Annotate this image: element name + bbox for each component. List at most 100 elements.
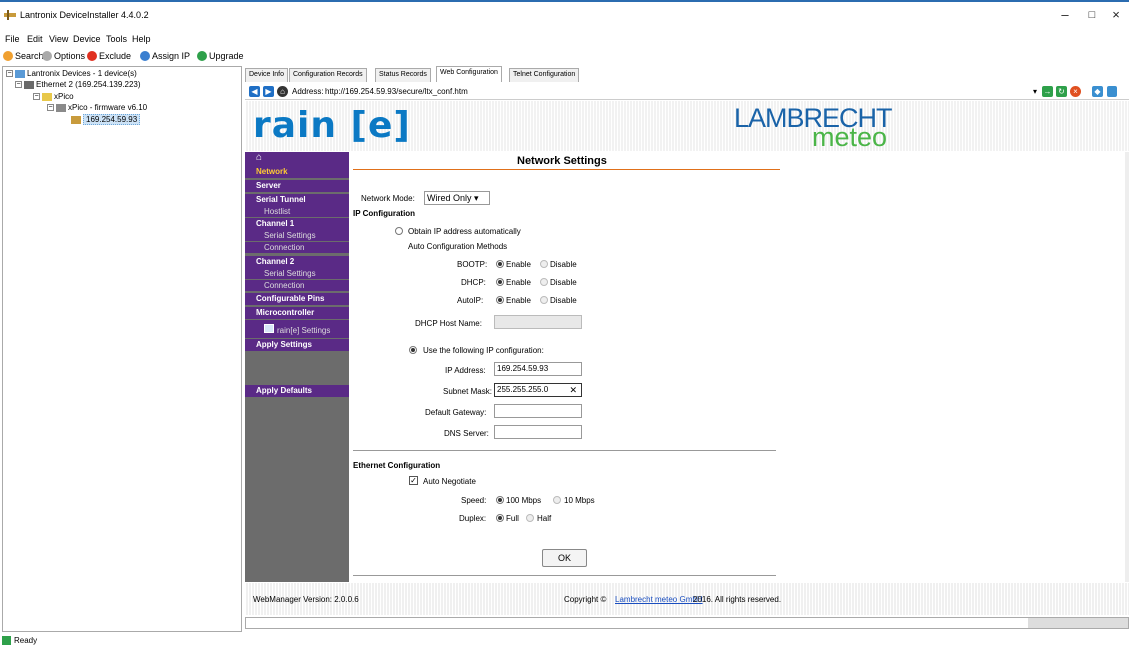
tree-xpico-label: xPico — [54, 92, 74, 101]
nav-apply-defaults[interactable]: Apply Defaults — [245, 385, 349, 397]
dns-server-input[interactable] — [494, 425, 582, 439]
maximize-button[interactable]: □ — [1082, 6, 1102, 24]
autoip-disable-radio[interactable] — [540, 296, 548, 304]
tree-ethernet[interactable]: − Ethernet 2 (169.254.139.223) — [15, 80, 141, 89]
options-button[interactable]: Options — [42, 51, 85, 61]
page-scrollbar[interactable] — [1125, 152, 1129, 582]
tab-web-configuration[interactable]: Web Configuration — [436, 66, 502, 82]
exclude-label: Exclude — [99, 51, 132, 61]
rain-logo: rain [e] — [253, 105, 411, 146]
assign-ip-label: Assign IP — [152, 51, 191, 61]
bootp-enable-radio[interactable] — [496, 260, 504, 268]
duplex-full-radio[interactable] — [496, 514, 504, 522]
collapse-icon[interactable]: − — [47, 104, 54, 111]
nav-serial-tunnel[interactable]: Serial Tunnel — [245, 194, 349, 206]
back-icon[interactable]: ◀ — [249, 86, 260, 97]
go-icon[interactable]: → — [1042, 86, 1053, 97]
app-status-bar: Ready — [0, 636, 1129, 646]
nav-channel1-connection[interactable]: Connection — [245, 242, 349, 253]
speed-10-radio[interactable] — [553, 496, 561, 504]
use-following-radio[interactable] — [409, 346, 417, 354]
web-icon-2[interactable] — [1107, 86, 1117, 97]
subnet-mask-label: Subnet Mask: — [443, 387, 492, 396]
speed-100-label: 100 Mbps — [506, 496, 542, 505]
tree-firmware[interactable]: − xPico - firmware v6.10 — [47, 103, 147, 112]
speed-100-radio[interactable] — [496, 496, 504, 504]
nav-raine-settings[interactable]: rain[e] Settings — [245, 320, 349, 338]
ip-config-heading: IP Configuration — [353, 209, 416, 218]
upgrade-button[interactable]: Upgrade — [197, 51, 244, 61]
network-icon — [24, 80, 34, 89]
tree-root[interactable]: − Lantronix Devices - 1 device(s) — [6, 69, 137, 78]
network-mode-label: Network Mode: — [361, 194, 415, 203]
menu-device[interactable]: Device — [73, 34, 101, 44]
home-icon[interactable]: ⌂ — [277, 86, 288, 97]
duplex-full-label: Full — [506, 514, 519, 523]
tab-configuration-records[interactable]: Configuration Records — [289, 68, 367, 82]
web-icon[interactable]: ◆ — [1092, 86, 1103, 97]
tab-status-records[interactable]: Status Records — [375, 68, 431, 82]
refresh-icon[interactable]: ↻ — [1056, 86, 1067, 97]
nav-network[interactable]: Network — [245, 166, 349, 178]
gateway-label: Default Gateway: — [425, 408, 487, 417]
gear-icon — [42, 51, 52, 61]
obtain-auto-radio[interactable] — [395, 227, 403, 235]
menu-file[interactable]: File — [5, 34, 20, 44]
nav-channel2-connection[interactable]: Connection — [245, 280, 349, 291]
home-icon[interactable]: ⌂ — [245, 152, 349, 166]
upgrade-icon — [197, 51, 207, 61]
forward-icon[interactable]: ▶ — [263, 86, 274, 97]
tree-xpico[interactable]: − xPico — [33, 92, 74, 101]
duplex-label: Duplex: — [459, 514, 487, 523]
collapse-icon[interactable]: − — [15, 81, 22, 88]
toolbar: Search Options Exclude Assign IP Upgrade — [0, 48, 1129, 65]
dropdown-icon[interactable]: ▾ — [1033, 87, 1037, 96]
copyright-link[interactable]: Lambrecht meteo GmbH — [615, 595, 703, 604]
stop-icon[interactable]: × — [1070, 86, 1081, 97]
url-field[interactable]: http://169.254.59.93/secure/ltx_conf.htm — [325, 87, 468, 96]
menu-help[interactable]: Help — [132, 34, 151, 44]
assign-ip-button[interactable]: Assign IP — [140, 51, 190, 61]
subnet-mask-input[interactable]: 255.255.255.0 ✕ — [494, 383, 582, 397]
gateway-input[interactable] — [494, 404, 582, 418]
menu-tools[interactable]: Tools — [106, 34, 127, 44]
dhcp-host-label: DHCP Host Name: — [415, 319, 482, 328]
title-bar: Lantronix DeviceInstaller 4.4.0.2 – □ × — [0, 0, 1129, 30]
ip-address-label: IP Address: — [445, 366, 486, 375]
network-mode-select[interactable]: Wired Only ▾ — [424, 191, 490, 205]
ok-button[interactable]: OK — [542, 549, 587, 567]
network-settings-panel: Network Settings Network Mode: Wired Onl… — [349, 152, 1125, 582]
bootp-disable-radio[interactable] — [540, 260, 548, 268]
nav-channel-2[interactable]: Channel 2 — [245, 256, 349, 268]
nav-hostlist[interactable]: Hostlist — [245, 206, 349, 217]
dhcp-enable-label: Enable — [506, 278, 531, 287]
dhcp-host-input[interactable] — [494, 315, 582, 329]
tab-device-info[interactable]: Device Info — [245, 68, 289, 82]
nav-configurable-pins[interactable]: Configurable Pins — [245, 293, 349, 305]
nav-apply-settings[interactable]: Apply Settings — [245, 339, 349, 351]
nav-server[interactable]: Server — [245, 180, 349, 192]
nav-microcontroller[interactable]: Microcontroller — [245, 307, 349, 319]
tab-telnet-configuration[interactable]: Telnet Configuration — [509, 68, 580, 82]
search-button[interactable]: Search — [3, 51, 44, 61]
collapse-icon[interactable]: − — [6, 70, 13, 77]
ip-address-input[interactable]: 169.254.59.93 — [494, 362, 582, 376]
nav-channel1-serial-settings[interactable]: Serial Settings — [245, 230, 349, 241]
nav-channel-1[interactable]: Channel 1 — [245, 218, 349, 230]
clear-icon[interactable]: ✕ — [569, 385, 577, 396]
exclude-button[interactable]: Exclude — [87, 51, 131, 61]
search-label: Search — [15, 51, 44, 61]
dhcp-disable-radio[interactable] — [540, 278, 548, 286]
nav-channel2-serial-settings[interactable]: Serial Settings — [245, 268, 349, 279]
menu-view[interactable]: View — [49, 34, 68, 44]
auto-negotiate-checkbox[interactable]: ✓ — [409, 476, 418, 485]
minimize-button[interactable]: – — [1055, 6, 1075, 24]
collapse-icon[interactable]: − — [33, 93, 40, 100]
duplex-half-radio[interactable] — [526, 514, 534, 522]
menu-edit[interactable]: Edit — [27, 34, 43, 44]
upgrade-label: Upgrade — [209, 51, 244, 61]
tree-device-ip[interactable]: 169.254.59.93 — [71, 114, 141, 125]
dhcp-enable-radio[interactable] — [496, 278, 504, 286]
autoip-enable-radio[interactable] — [496, 296, 504, 304]
close-button[interactable]: × — [1106, 6, 1126, 24]
